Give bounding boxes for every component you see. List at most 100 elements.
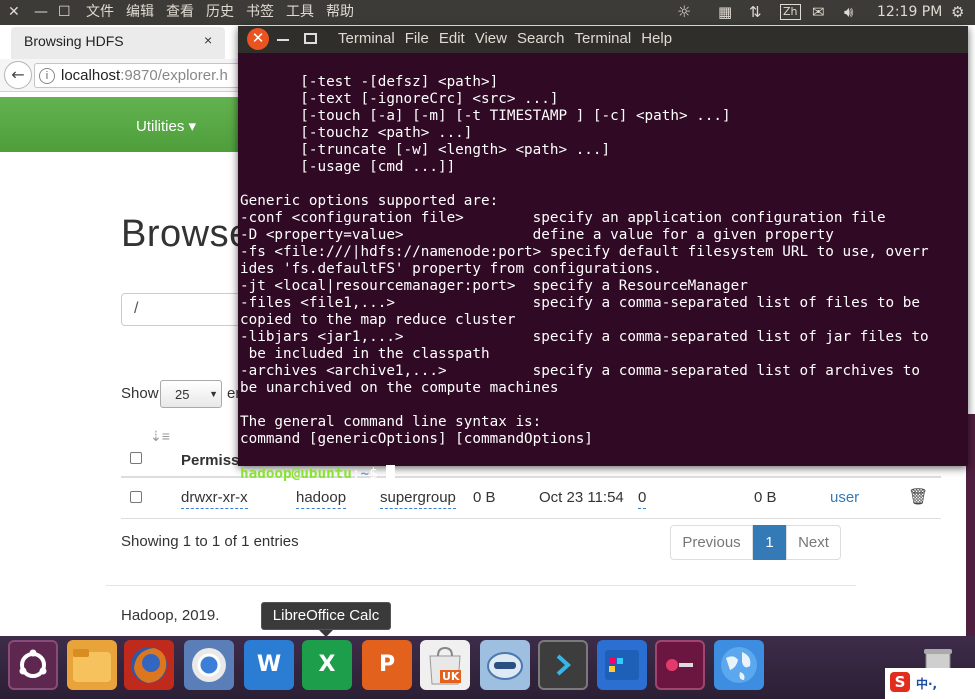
prompt-char: $	[369, 466, 387, 482]
mail-icon[interactable]: ✉	[812, 2, 825, 22]
browser-toolbar: ← i localhost:9870/explorer.h	[0, 59, 245, 92]
menu-edit[interactable]: 编辑	[126, 3, 154, 21]
terminal-prompt-line[interactable]: hadoop@ubuntu:~$	[240, 465, 968, 483]
presentation-p-icon: P	[378, 652, 396, 677]
back-button[interactable]: ←	[4, 61, 32, 89]
prompt-user: hadoop@ubuntu	[240, 466, 352, 482]
terminal-menu-edit[interactable]: Edit	[439, 30, 465, 47]
files-icon[interactable]	[67, 640, 117, 690]
entries-select[interactable]: 25 ▼	[160, 380, 222, 408]
system-gear-icon[interactable]: ⚙	[951, 2, 964, 22]
terminal-line: ​	[240, 397, 968, 414]
terminal-line: copied to the map reduce cluster	[240, 312, 516, 328]
terminal-line: ​	[240, 448, 968, 465]
menu-tools[interactable]: 工具	[286, 3, 314, 21]
folder-icon	[73, 649, 111, 682]
show-label: Show	[121, 385, 159, 402]
ubuntu-logo-icon	[19, 649, 47, 678]
menu-help[interactable]: 帮助	[326, 3, 354, 21]
input-method-indicator[interactable]: Zh	[780, 2, 801, 22]
weather-icon[interactable]: ☼	[677, 2, 691, 22]
terminal-line: be unarchived on the compute machines	[240, 380, 559, 396]
path-input[interactable]: /	[121, 293, 251, 326]
text-cursor	[386, 465, 396, 480]
terminal-window[interactable]: ✕ Terminal File Edit View Search Termina…	[238, 26, 968, 482]
terminal-app-menu[interactable]: Terminal	[338, 30, 395, 47]
column-header-permission[interactable]: Permissi	[181, 452, 244, 469]
terminal-line: be included in the classpath	[240, 346, 490, 362]
entries-value: 25	[175, 387, 190, 402]
terminal-line: [-usage [cmd ...]]	[240, 159, 456, 175]
terminal-menu-file[interactable]: File	[405, 30, 429, 47]
chromium-logo-icon	[192, 648, 226, 682]
maximize-icon[interactable]	[304, 33, 317, 44]
firefox-logo-icon	[131, 647, 167, 683]
ubuntu-dash-icon[interactable]	[8, 640, 58, 690]
browser-tab[interactable]: Browsing HDFS ×	[11, 27, 225, 59]
url-rest: :9870/explorer.h	[120, 67, 228, 84]
menu-history[interactable]: 历史	[206, 3, 234, 21]
footer-divider	[106, 585, 856, 586]
terminal-menu-help[interactable]: Help	[641, 30, 672, 47]
pagination-next[interactable]: Next	[786, 525, 841, 560]
recorder-icon[interactable]	[655, 640, 705, 690]
network-icon[interactable]: ⇅	[749, 2, 762, 22]
updater-icon[interactable]	[480, 640, 530, 690]
terminal-line: [-test -[defsz] <path>]	[240, 74, 499, 90]
close-window-icon[interactable]: ✕	[8, 3, 20, 21]
terminal-line: -fs <file:///|hdfs://namenode:port> spec…	[240, 244, 929, 260]
prompt-separator: :	[351, 466, 361, 482]
firefox-icon[interactable]	[124, 640, 174, 690]
terminal-line: -archives <archive1,...> specify a comma…	[240, 363, 920, 379]
url-bar[interactable]: i localhost:9870/explorer.h	[34, 63, 245, 88]
sogou-ime-icon[interactable]: S	[890, 672, 910, 692]
ime-mode-label[interactable]: 中·,	[916, 675, 937, 692]
maximize-window-icon[interactable]: ☐	[58, 3, 71, 21]
terminal-line: [-truncate [-w] <length> <path> ...]	[240, 142, 611, 158]
site-info-icon[interactable]: i	[39, 68, 55, 84]
terminal-line: ides 'fs.defaultFS' property from config…	[240, 261, 662, 277]
sort-icon[interactable]: ⇣≡	[150, 428, 170, 445]
terminal-menu-view[interactable]: View	[475, 30, 507, 47]
terminal-line: Generic options supported are:	[240, 193, 499, 209]
terminal-icon[interactable]	[538, 640, 588, 690]
terminal-line: command [genericOptions] [commandOptions…	[240, 431, 593, 447]
tab-close-icon[interactable]: ×	[204, 32, 212, 48]
menu-bookmarks[interactable]: 书签	[246, 3, 274, 21]
table-row-divider	[121, 518, 941, 519]
select-all-checkbox[interactable]	[130, 452, 142, 464]
clock[interactable]: 12:19 PM	[877, 2, 942, 22]
close-icon[interactable]: ✕	[247, 28, 269, 50]
uk-badge: UK	[440, 670, 462, 683]
pagination-previous[interactable]: Previous	[670, 525, 753, 560]
utilities-menu[interactable]: Utilities ▾	[136, 117, 196, 135]
writer-w-icon: W	[256, 652, 282, 677]
terminal-line: -conf <configuration file> specify an ap…	[240, 210, 886, 226]
wps-presentation-icon[interactable]: P	[362, 640, 412, 690]
dropdown-arrow-icon: ▼	[209, 389, 218, 399]
row-checkbox[interactable]	[130, 491, 142, 503]
maps-icon[interactable]	[714, 640, 764, 690]
minimize-window-icon[interactable]: —	[34, 3, 48, 21]
terminal-output[interactable]: [-test -[defsz] <path>] [-text [-ignoreC…	[240, 57, 968, 517]
calendar-icon[interactable]: ▦	[718, 2, 732, 22]
chromium-icon[interactable]	[184, 640, 234, 690]
software-center-icon[interactable]: UK	[420, 640, 470, 690]
terminal-menu-terminal[interactable]: Terminal	[575, 30, 632, 47]
volume-icon[interactable]: 🔊︎	[844, 2, 853, 22]
terminal-line: -files <file1,...> specify a comma-separ…	[240, 295, 920, 311]
pagination-page-1[interactable]: 1	[753, 525, 786, 560]
terminal-menu-search[interactable]: Search	[517, 30, 565, 47]
terminal-prompt-icon	[556, 654, 571, 676]
terminal-titlebar[interactable]: ✕ Terminal File Edit View Search Termina…	[238, 26, 968, 53]
minimize-icon[interactable]	[277, 39, 289, 41]
ime-label: Zh	[780, 4, 801, 20]
wps-writer-icon[interactable]: W	[244, 640, 294, 690]
tab-title: Browsing HDFS	[24, 33, 124, 49]
cell-permission[interactable]: drwxr-xr-x	[181, 489, 248, 509]
wps-spreadsheet-icon[interactable]: X	[302, 640, 352, 690]
menu-view[interactable]: 查看	[166, 3, 194, 21]
menu-file[interactable]: 文件	[86, 3, 114, 21]
terminal-line: [-touchz <path> ...]	[240, 125, 473, 141]
window-manager-icon[interactable]	[597, 640, 647, 690]
